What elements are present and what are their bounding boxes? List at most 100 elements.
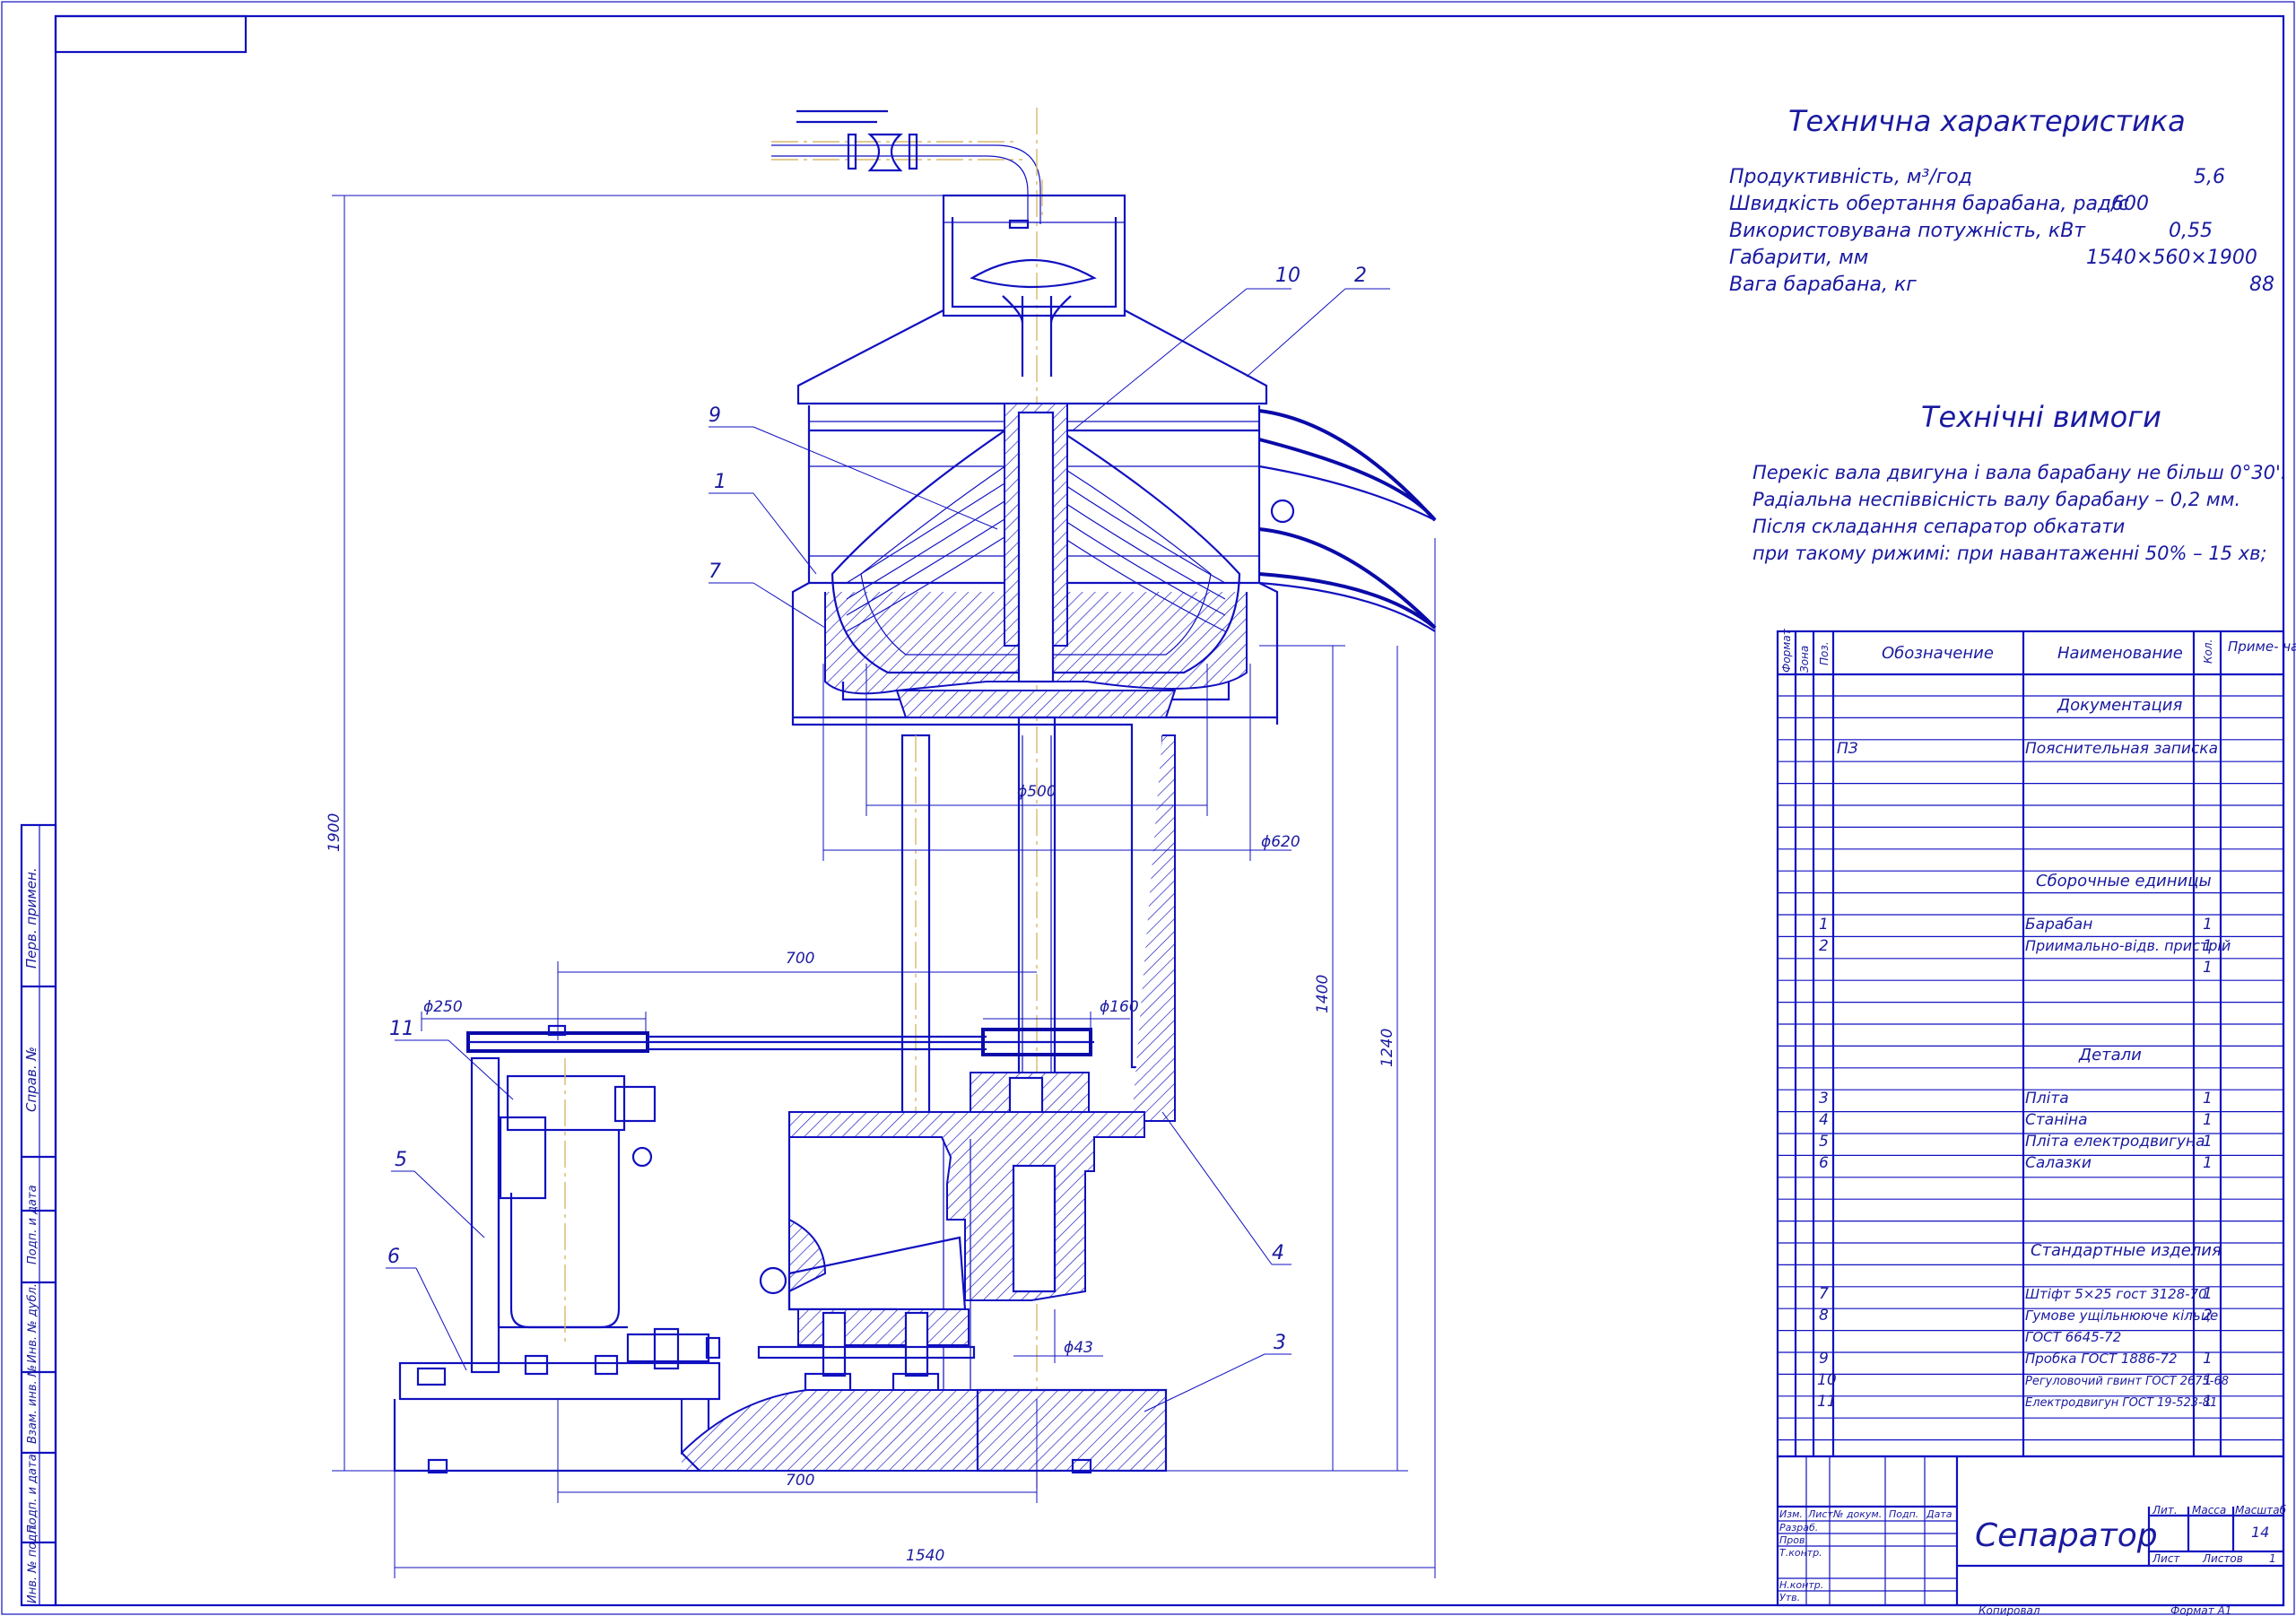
spec-pos: 1: [1819, 916, 1829, 934]
spec-qty: 2: [2203, 1307, 2213, 1325]
tb-sheet-label: Лист: [2152, 1552, 2180, 1565]
spec-name: Гумове ущільнююче кільце: [2025, 1308, 2218, 1324]
spec-name: Регуловочий гвинт ГОСТ 2675-68: [2025, 1375, 2229, 1388]
spec-name: ГОСТ 6645-72: [2025, 1329, 2121, 1345]
side-stamp-label: Перв. примен.: [23, 867, 39, 969]
callout-4: 4: [1272, 1242, 1284, 1264]
tech-req-title: Технічні вимоги: [1921, 400, 2161, 434]
spec-qty: 1: [2203, 1111, 2213, 1129]
tb-copied: Копировал: [1979, 1604, 2040, 1616]
stanina-frame: [900, 716, 1176, 1122]
spec-qty: 1: [2203, 916, 2213, 934]
spec-section-title: Детали: [2078, 1046, 2142, 1064]
spec-name: Пояснительная записка: [2025, 740, 2218, 758]
spec-qty: 1: [2203, 1133, 2213, 1151]
spec-pos: 2: [1819, 937, 1829, 955]
spec-section-title: Стандартные изделия: [2031, 1241, 2222, 1260]
callout-10: 10: [1275, 265, 1300, 287]
dim-700-bottom: 700: [786, 1472, 814, 1490]
spec-header-format: Формат: [1780, 628, 1793, 673]
tech-characteristics: Технична характеристика Продуктивність, …: [1729, 104, 2274, 296]
tb-col-label: Подп.: [1889, 1508, 1918, 1520]
base-plate: [393, 1354, 1168, 1474]
spec-name: Салазки: [2025, 1154, 2092, 1172]
spec-name: Станіна: [2025, 1111, 2088, 1129]
spec-qty: 1: [2203, 1285, 2213, 1303]
spec-pos: 8: [1819, 1307, 1829, 1325]
spec-qty: 1: [2203, 1090, 2213, 1108]
tech-char-label: Вага барабана, кг: [1729, 274, 1917, 296]
tb-col-label: № докум.: [1832, 1508, 1882, 1520]
callout-1: 1: [714, 471, 726, 493]
callout-11: 11: [389, 1018, 414, 1040]
belt-drive: [466, 1024, 1094, 1056]
spec-name: Пліта електродвигуна: [2025, 1133, 2205, 1151]
callout-2: 2: [1354, 265, 1367, 287]
spec-pos: 9: [1819, 1350, 1829, 1368]
tech-char-label: Габарити, мм: [1729, 247, 1868, 269]
spec-designation: ПЗ: [1837, 740, 1858, 758]
spec-pos: 3: [1819, 1090, 1829, 1108]
drawing-title: Сепаратор: [1975, 1517, 2158, 1554]
tb-sheets-count: 1: [2269, 1552, 2276, 1565]
separator-drawing-sheet: Перв. примен. Справ. № Подп. и дата Инв.…: [1, 1, 2296, 1616]
dim-1400: 1400: [1314, 975, 1332, 1013]
tech-req-line: при такому рижимі: при навантаженні 50% …: [1752, 543, 2267, 564]
tech-char-label: Використовувана потужність, кВт: [1729, 220, 2086, 242]
tb-header-lit: Лит.: [2152, 1504, 2178, 1516]
spec-header-designation: Обозначение: [1882, 644, 1994, 663]
side-stamp-label: Подп. и дата: [26, 1185, 39, 1264]
spec-pos: 4: [1819, 1111, 1829, 1129]
feed-pipe: [771, 109, 1043, 224]
tb-col-label: Дата: [1926, 1508, 1952, 1520]
side-stamp-label: Инв. № подл.: [26, 1523, 39, 1603]
spec-name: Електродвигун ГОСТ 19-523-81: [2025, 1396, 2217, 1410]
side-stamp-label: Справ. №: [23, 1047, 39, 1112]
tech-char-value: 600: [2111, 193, 2149, 215]
spec-pos: 7: [1819, 1285, 1829, 1303]
dim-1900: 1900: [326, 813, 344, 852]
callout-6: 6: [387, 1246, 400, 1268]
tb-header-scale: Масштаб: [2235, 1504, 2287, 1516]
tb-format: Формат А1: [2170, 1604, 2231, 1616]
spec-header-name: Наименование: [2057, 644, 2183, 663]
tb-role: Пров.: [1779, 1534, 1808, 1546]
tb-col-label: Изм.: [1779, 1508, 1803, 1520]
spec-qty: 1: [2203, 937, 2213, 955]
spec-section-title: Сборочные единицы: [2036, 872, 2212, 891]
spec-name: Пробка ГОСТ 1886-72: [2025, 1351, 2178, 1367]
spec-header-pos: Поз.: [1818, 641, 1831, 665]
tech-char-value: 1540×560×1900: [2086, 247, 2257, 269]
callout-7: 7: [709, 560, 721, 583]
spec-pos: 5: [1819, 1133, 1829, 1151]
spec-header-zone: Зона: [1798, 646, 1811, 673]
tech-requirements: Технічні вимоги Перекіс вала двигуна і в…: [1752, 400, 2286, 564]
drum-body: [791, 403, 1279, 735]
electric-motor: [470, 1056, 721, 1374]
dim-700-top: 700: [786, 950, 814, 968]
callout-9: 9: [709, 404, 721, 427]
spec-name: Штіфт 5×25 гост 3128-70: [2025, 1286, 2207, 1302]
spec-qty: 1: [2203, 1154, 2213, 1172]
callout-5: 5: [395, 1149, 407, 1171]
spec-section-title: Документация: [2057, 696, 2182, 715]
tech-char-title: Технична характеристика: [1788, 104, 2186, 138]
spec-pos: 10: [1817, 1371, 1837, 1389]
spec-qty: 1: [2203, 1393, 2213, 1411]
spec-header-qty: Кол.: [2202, 639, 2214, 664]
side-stamp-label: Взам. инв. №: [26, 1365, 39, 1444]
tb-role: Н.контр.: [1779, 1579, 1823, 1591]
spec-name: Пліта: [2025, 1090, 2069, 1108]
outlet-spouts: [1258, 409, 1437, 632]
tech-char-label: Продуктивність, м³/год: [1729, 166, 1972, 188]
spec-pos: 11: [1817, 1393, 1837, 1411]
dim-d620: ϕ620: [1261, 833, 1300, 851]
tech-char-value: 88: [2249, 274, 2274, 296]
spec-header-note: Приме- чание: [2228, 639, 2296, 655]
tb-header-mass: Масса: [2192, 1504, 2226, 1516]
tb-col-label: Лист: [1807, 1508, 1833, 1520]
spec-headers: Формат Зона Поз. Обозначение Наименовани…: [1780, 628, 2296, 673]
dim-1540: 1540: [906, 1547, 944, 1565]
dim-d250: ϕ250: [423, 998, 463, 1016]
tb-role: Разраб.: [1779, 1522, 1818, 1533]
